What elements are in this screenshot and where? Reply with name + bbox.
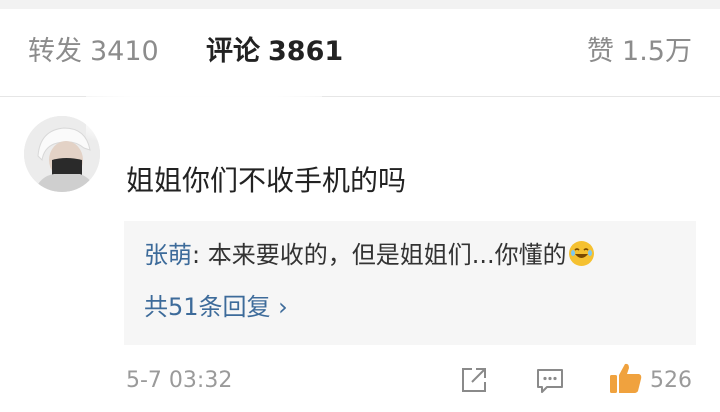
- reply-preview-line: 张萌: 本来要收的，但是姐姐们...你懂的: [144, 239, 594, 271]
- tab-comments-label: 评论: [206, 36, 260, 67]
- tab-repost-count: 3410: [90, 36, 159, 67]
- reply-text: : 本来要收的，但是姐姐们...你懂的: [192, 241, 567, 269]
- tab-repost-label: 转发: [28, 36, 82, 67]
- tab-repost[interactable]: 转发 3410: [28, 35, 159, 69]
- username-blur-mask: [86, 82, 322, 140]
- tab-likes[interactable]: 赞 1.5万: [587, 35, 692, 69]
- top-strip: [0, 0, 720, 9]
- tab-comments-count: 3861: [268, 36, 344, 67]
- laughing-emoji-icon: [568, 241, 594, 266]
- comment-text: 姐姐你们不收手机的吗: [126, 164, 407, 197]
- reply-author[interactable]: 张萌: [144, 241, 192, 269]
- tab-likes-count: 1.5万: [622, 36, 692, 67]
- reply-comment-icon[interactable]: [534, 364, 566, 396]
- comment-footer: 5-7 03:32 526: [0, 360, 720, 404]
- tab-comments[interactable]: 评论 3861: [206, 35, 343, 69]
- reply-preview-box[interactable]: 张萌: 本来要收的，但是姐姐们...你懂的 共51条回复 ›: [124, 221, 696, 345]
- like-count: 526: [650, 368, 692, 393]
- view-more-replies-link[interactable]: 共51条回复 ›: [144, 291, 288, 323]
- share-icon[interactable]: [458, 364, 490, 396]
- comment-timestamp: 5-7 03:32: [126, 368, 233, 393]
- thumbs-up-icon[interactable]: [608, 360, 644, 396]
- tab-likes-label: 赞: [587, 36, 615, 67]
